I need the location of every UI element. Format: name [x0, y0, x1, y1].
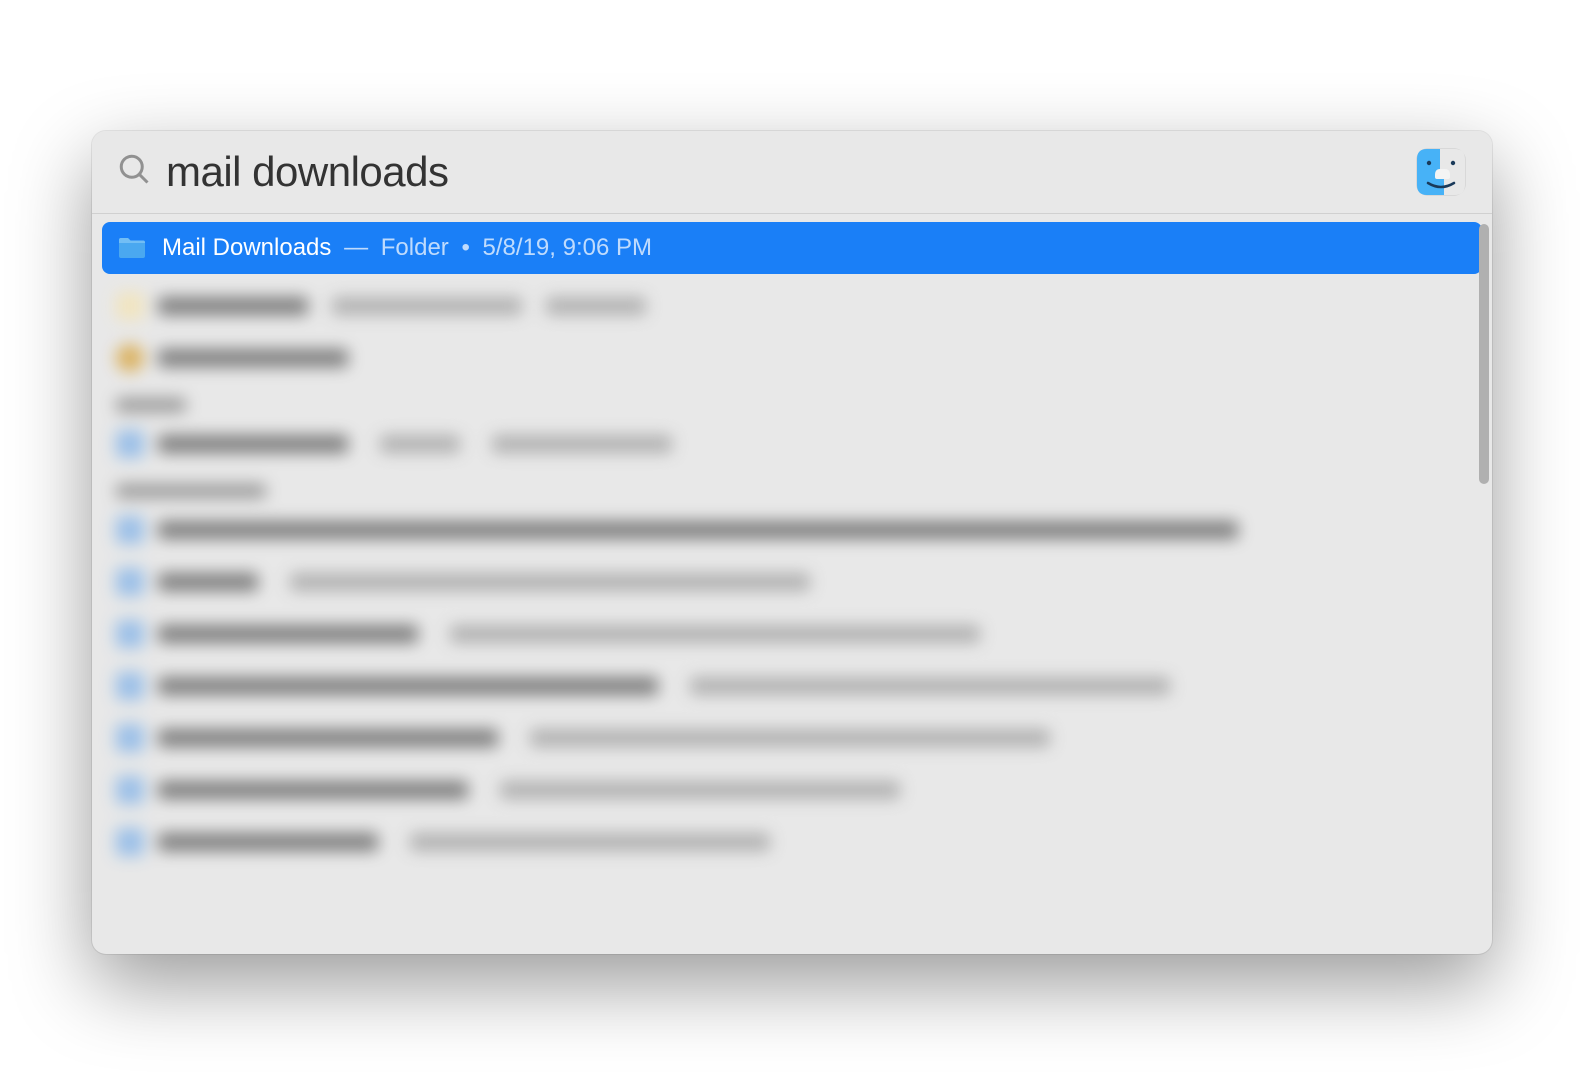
search-header [92, 131, 1492, 214]
result-row-selected[interactable]: Mail Downloads — Folder • 5/8/19, 9:06 P… [102, 222, 1482, 274]
scrollbar-thumb[interactable] [1479, 224, 1489, 484]
scrollbar-track[interactable] [1476, 214, 1492, 954]
folder-icon [116, 232, 148, 264]
result-title: Mail Downloads [162, 234, 331, 262]
result-date: 5/8/19, 9:06 PM [483, 234, 652, 262]
results-panel: Mail Downloads — Folder • 5/8/19, 9:06 P… [92, 214, 1492, 954]
finder-icon [1414, 145, 1468, 199]
result-kind: Folder [381, 234, 449, 262]
spotlight-window: Mail Downloads — Folder • 5/8/19, 9:06 P… [92, 131, 1492, 954]
result-text: Mail Downloads — Folder • 5/8/19, 9:06 P… [162, 234, 652, 262]
blurred-results [102, 280, 1482, 868]
search-icon [116, 151, 152, 192]
search-input[interactable] [166, 148, 1400, 196]
